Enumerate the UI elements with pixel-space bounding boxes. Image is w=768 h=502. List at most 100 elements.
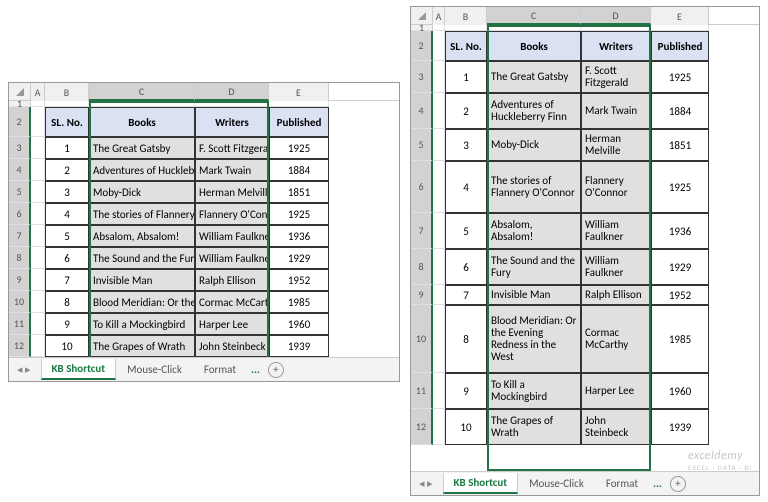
cell-writer[interactable]: Ralph Ellison: [195, 269, 269, 291]
row-header[interactable]: 9: [411, 285, 433, 305]
cell-sl[interactable]: 9: [445, 373, 487, 409]
cell-book[interactable]: The stories of Flannery O'Connor: [487, 161, 581, 213]
tab-mouse-click[interactable]: Mouse-Click: [518, 474, 595, 494]
cell-sl[interactable]: 2: [445, 93, 487, 129]
col-C[interactable]: C: [89, 83, 195, 101]
tab-format[interactable]: Format: [595, 474, 649, 494]
cell-writer[interactable]: Mark Twain: [581, 93, 651, 129]
cell-year[interactable]: 1985: [651, 305, 709, 373]
row-header[interactable]: 12: [411, 409, 433, 445]
cell-sl[interactable]: 7: [445, 285, 487, 305]
cell-sl[interactable]: 3: [45, 181, 89, 203]
cell-writer[interactable]: Harper Lee: [195, 313, 269, 335]
row-header[interactable]: 3: [411, 61, 433, 93]
cell-writer[interactable]: Herman Melville: [581, 129, 651, 161]
row-header[interactable]: 10: [9, 291, 31, 313]
col-D[interactable]: D: [581, 7, 651, 25]
cell-sl[interactable]: 10: [45, 335, 89, 357]
row-header[interactable]: 8: [9, 247, 31, 269]
row-header[interactable]: 12: [9, 335, 31, 357]
cell-writer[interactable]: William Faulkner: [195, 225, 269, 247]
cell-writer[interactable]: Cormac McCarthy: [581, 305, 651, 373]
cell-year[interactable]: 1884: [651, 93, 709, 129]
cell-year[interactable]: 1936: [651, 213, 709, 249]
row-header[interactable]: 5: [411, 129, 433, 161]
cell-writer[interactable]: Ralph Ellison: [581, 285, 651, 305]
cell-year[interactable]: 1929: [651, 249, 709, 285]
cell-book[interactable]: Absalom, Absalom!: [487, 213, 581, 249]
col-B[interactable]: B: [445, 7, 487, 25]
cell-year[interactable]: 1985: [269, 291, 329, 313]
row-header[interactable]: 9: [9, 269, 31, 291]
cell-sl[interactable]: 4: [45, 203, 89, 225]
cell-book[interactable]: Invisible Man: [89, 269, 195, 291]
cell-book[interactable]: Absalom, Absalom!: [89, 225, 195, 247]
tab-kb-shortcut[interactable]: KB Shortcut: [443, 473, 519, 494]
row-header[interactable]: 3: [9, 137, 31, 159]
cell-sl[interactable]: 6: [445, 249, 487, 285]
cell-sl[interactable]: 5: [45, 225, 89, 247]
row-header[interactable]: 4: [9, 159, 31, 181]
cell-writer[interactable]: Herman Melville: [195, 181, 269, 203]
cell-book[interactable]: The Grapes of Wrath: [487, 409, 581, 445]
row-header[interactable]: 8: [411, 249, 433, 285]
tab-more[interactable]: ...: [247, 363, 264, 376]
cell-book[interactable]: To Kill a Mockingbird: [487, 373, 581, 409]
cell-book[interactable]: The Sound and the Fury: [487, 249, 581, 285]
row-header[interactable]: 11: [9, 313, 31, 335]
tab-more[interactable]: ...: [649, 477, 666, 490]
cell-writer[interactable]: William Faulkner: [195, 247, 269, 269]
cell-year[interactable]: 1952: [269, 269, 329, 291]
cell-year[interactable]: 1939: [269, 335, 329, 357]
cell-year[interactable]: 1925: [651, 161, 709, 213]
tab-format[interactable]: Format: [193, 360, 247, 380]
cell-book[interactable]: To Kill a Mockingbird: [89, 313, 195, 335]
cell-year[interactable]: 1925: [269, 203, 329, 225]
row-header[interactable]: 11: [411, 373, 433, 409]
cell-writer[interactable]: F. Scott Fitzgerald: [581, 61, 651, 93]
cell-year[interactable]: 1929: [269, 247, 329, 269]
row-header[interactable]: 5: [9, 181, 31, 203]
row-header[interactable]: 7: [411, 213, 433, 249]
cell-sl[interactable]: 3: [445, 129, 487, 161]
row-header[interactable]: 6: [411, 161, 433, 213]
cell-sl[interactable]: 10: [445, 409, 487, 445]
cell-year[interactable]: 1939: [651, 409, 709, 445]
cell-sl[interactable]: 5: [445, 213, 487, 249]
new-sheet-button[interactable]: +: [268, 362, 284, 378]
cell-year[interactable]: 1851: [651, 129, 709, 161]
tab-kb-shortcut[interactable]: KB Shortcut: [41, 359, 117, 380]
cell-sl[interactable]: 7: [45, 269, 89, 291]
col-A[interactable]: A: [31, 83, 45, 101]
cell-sl[interactable]: 9: [45, 313, 89, 335]
col-B[interactable]: B: [45, 83, 89, 101]
cell-writer[interactable]: John Steinbeck: [195, 335, 269, 357]
tab-nav[interactable]: ◂ ▸: [17, 363, 41, 376]
row-header[interactable]: 4: [411, 93, 433, 129]
cell-writer[interactable]: William Faulkner: [581, 249, 651, 285]
cell-writer[interactable]: Flannery O'Connor: [195, 203, 269, 225]
cell-year[interactable]: 1925: [651, 61, 709, 93]
cell-book[interactable]: The stories of Flannery O'Connor: [89, 203, 195, 225]
cell-writer[interactable]: Mark Twain: [195, 159, 269, 181]
row-header[interactable]: 2: [411, 31, 433, 61]
cell-writer[interactable]: Cormac McCarthy: [195, 291, 269, 313]
cell-year[interactable]: 1884: [269, 159, 329, 181]
cell-sl[interactable]: 1: [445, 61, 487, 93]
cell-writer[interactable]: Flannery O'Connor: [581, 161, 651, 213]
row-header[interactable]: 10: [411, 305, 433, 373]
row-header[interactable]: 6: [9, 203, 31, 225]
cell-book[interactable]: Blood Meridian: Or the Evening Redness i…: [89, 291, 195, 313]
cell-book[interactable]: The Great Gatsby: [487, 61, 581, 93]
cell-writer[interactable]: John Steinbeck: [581, 409, 651, 445]
cell-writer[interactable]: Harper Lee: [581, 373, 651, 409]
cell-year[interactable]: 1960: [651, 373, 709, 409]
cell-sl[interactable]: 8: [45, 291, 89, 313]
cell-year[interactable]: 1960: [269, 313, 329, 335]
cell-book[interactable]: The Grapes of Wrath: [89, 335, 195, 357]
cell-year[interactable]: 1952: [651, 285, 709, 305]
cell-book[interactable]: Moby-Dick: [89, 181, 195, 203]
row-header[interactable]: 2: [9, 107, 31, 137]
tab-nav[interactable]: ◂ ▸: [419, 477, 443, 490]
cell-book[interactable]: Invisible Man: [487, 285, 581, 305]
